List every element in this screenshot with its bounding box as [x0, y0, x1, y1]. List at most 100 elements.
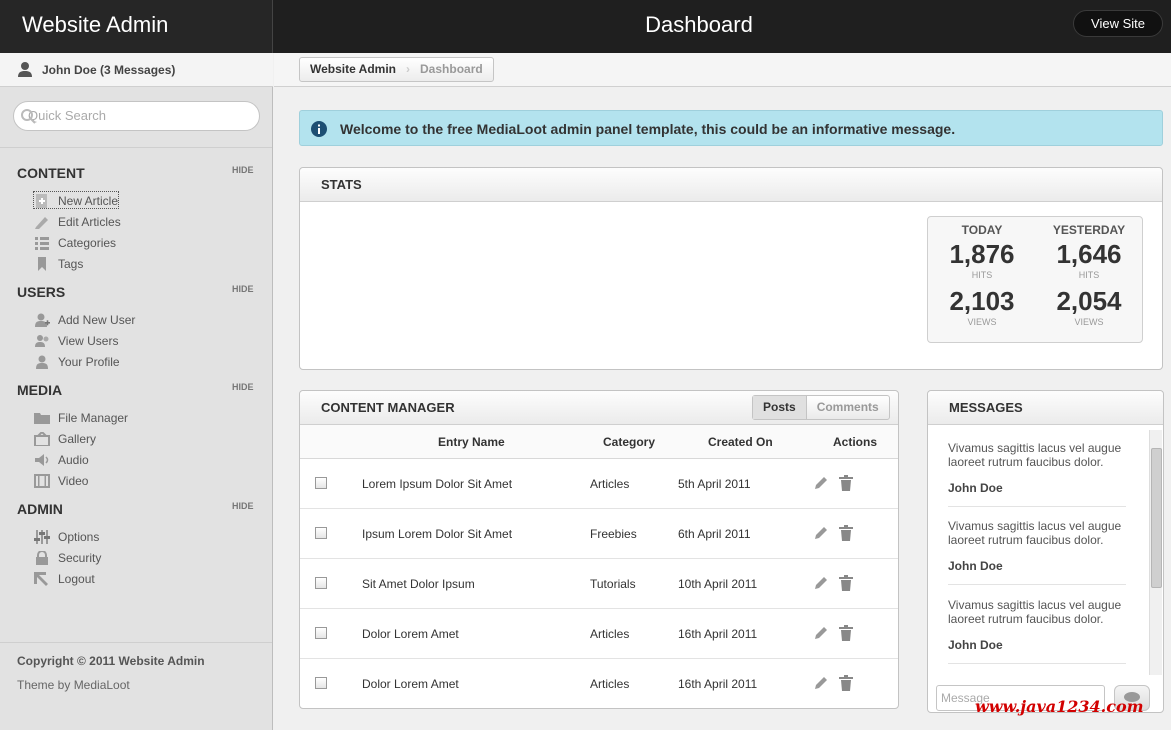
info-message: Welcome to the free MediaLoot admin pane…: [340, 121, 956, 137]
stat-yesterday-hits: 1,646: [1056, 239, 1122, 269]
message-author: John Doe: [948, 481, 1003, 495]
search-placeholder: Quick Search: [28, 108, 107, 123]
column-entry-name[interactable]: Entry Name: [438, 435, 505, 449]
sidebar-item-new-article[interactable]: New Article: [32, 191, 120, 209]
stat-yesterday: YESTERDAY 1,646 HITS 2,054 VIEWS: [1039, 223, 1139, 327]
pencil-icon: [35, 216, 48, 229]
section-title-content: CONTENT: [17, 165, 85, 181]
entry-name: Lorem Ipsum Dolor Sit Amet: [362, 477, 513, 491]
site-title[interactable]: Website Admin: [22, 12, 168, 38]
sidebar-item-edit-articles[interactable]: Edit Articles: [34, 213, 121, 229]
hide-media-button[interactable]: HIDE: [232, 382, 254, 392]
stat-views-label: VIEWS: [1074, 317, 1104, 327]
sidebar-item-view-users[interactable]: View Users: [34, 332, 118, 348]
breadcrumb: Website Admin › Dashboard: [299, 57, 494, 82]
search-input[interactable]: Quick Search: [13, 101, 260, 131]
edit-icon[interactable]: [813, 675, 829, 691]
sidebar-item-label: Audio: [58, 452, 89, 467]
section-title-admin: ADMIN: [17, 501, 63, 517]
messages-panel: MESSAGES Vivamus sagittis lacus vel augu…: [927, 390, 1164, 713]
column-category[interactable]: Category: [603, 435, 655, 449]
sidebar-item-options[interactable]: Options: [34, 528, 99, 544]
entry-name: Dolor Lorem Amet: [362, 627, 459, 641]
message-text: Vivamus sagittis lacus vel augue laoreet…: [948, 598, 1122, 626]
sidebar-item-categories[interactable]: Categories: [34, 234, 116, 250]
message-item: Vivamus sagittis lacus vel augue laoreet…: [948, 598, 1126, 664]
entry-date: 16th April 2011: [678, 627, 758, 641]
tab-posts[interactable]: Posts: [753, 396, 807, 419]
sidebar-item-video[interactable]: Video: [34, 472, 88, 488]
edit-icon[interactable]: [813, 625, 829, 641]
sidebar-item-label: File Manager: [58, 410, 129, 425]
sidebar-item-audio[interactable]: Audio: [34, 451, 89, 467]
content-manager-panel: CONTENT MANAGER Posts Comments Entry Name…: [299, 390, 899, 709]
user-name[interactable]: John Doe (3 Messages): [42, 63, 175, 77]
scrollbar-thumb[interactable]: [1151, 448, 1162, 588]
edit-icon[interactable]: [813, 575, 829, 591]
users-icon: [35, 334, 49, 347]
sidebar-item-label: View Users: [58, 333, 119, 348]
edit-icon[interactable]: [813, 525, 829, 541]
stats-panel: STATS TODAY 1,876 HITS 2,103 VIEWS YESTE…: [299, 167, 1163, 370]
stat-today-views: 2,103: [949, 286, 1015, 316]
row-checkbox[interactable]: [315, 677, 327, 689]
trash-icon[interactable]: [838, 675, 854, 691]
search-icon: [21, 109, 36, 124]
add-user-icon: [35, 313, 50, 327]
row-checkbox[interactable]: [315, 527, 327, 539]
hide-users-button[interactable]: HIDE: [232, 284, 254, 294]
folder-icon: [34, 412, 50, 424]
copyright-text: Copyright © 2011 Website Admin: [17, 654, 205, 668]
stat-yesterday-label: YESTERDAY: [1052, 223, 1126, 237]
row-checkbox[interactable]: [315, 627, 327, 639]
sidebar-item-label: New Article: [58, 193, 119, 208]
sidebar-item-logout[interactable]: Logout: [34, 570, 95, 586]
hide-content-button[interactable]: HIDE: [232, 165, 254, 175]
trash-icon[interactable]: [838, 475, 854, 491]
sidebar-item-label: Logout: [58, 571, 95, 586]
sidebar-item-label: Edit Articles: [58, 214, 121, 229]
brand-area: Website Admin: [0, 0, 273, 53]
view-site-button[interactable]: View Site: [1073, 10, 1163, 37]
stats-panel-header: STATS: [300, 168, 1162, 202]
sidebar-item-add-new-user[interactable]: Add New User: [34, 311, 135, 327]
tab-comments[interactable]: Comments: [807, 396, 889, 419]
entry-category: Articles: [590, 477, 630, 491]
messages-header: MESSAGES: [928, 391, 1163, 425]
sidebar-item-label: Your Profile: [58, 354, 120, 369]
message-text: Vivamus sagittis lacus vel augue laoreet…: [948, 441, 1122, 469]
stat-today-label: TODAY: [961, 223, 1003, 237]
stats-summary: TODAY 1,876 HITS 2,103 VIEWS YESTERDAY 1…: [927, 216, 1143, 343]
sidebar-item-your-profile[interactable]: Your Profile: [34, 353, 120, 369]
sidebar-item-label: Tags: [58, 256, 84, 271]
breadcrumb-current: Dashboard: [420, 62, 483, 76]
sidebar-divider: [0, 147, 272, 148]
sidebar-item-file-manager[interactable]: File Manager: [34, 409, 128, 425]
sidebar-item-tags[interactable]: Tags: [34, 255, 83, 271]
trash-icon[interactable]: [838, 625, 854, 641]
edit-icon[interactable]: [813, 475, 829, 491]
trash-icon[interactable]: [838, 525, 854, 541]
logout-icon: [34, 571, 48, 586]
hide-admin-button[interactable]: HIDE: [232, 501, 254, 511]
new-article-icon: [36, 193, 47, 208]
sidebar-item-gallery[interactable]: Gallery: [34, 430, 96, 446]
breadcrumb-home[interactable]: Website Admin: [300, 58, 406, 81]
message-item: Vivamus sagittis lacus vel augue laoreet…: [948, 441, 1126, 507]
gallery-icon: [34, 431, 50, 446]
sidebar-item-security[interactable]: Security: [34, 549, 101, 565]
messages-scrollbar[interactable]: [1149, 430, 1162, 675]
trash-icon[interactable]: [838, 575, 854, 591]
film-icon: [34, 473, 50, 488]
profile-icon: [36, 355, 48, 369]
column-created-on[interactable]: Created On: [708, 435, 773, 449]
entry-category: Freebies: [590, 527, 637, 541]
stat-today: TODAY 1,876 HITS 2,103 VIEWS: [932, 223, 1032, 327]
section-title-media: MEDIA: [17, 382, 63, 398]
messages-title: MESSAGES: [949, 400, 1023, 415]
row-checkbox[interactable]: [315, 577, 327, 589]
lock-icon: [36, 550, 48, 565]
info-alert: Welcome to the free MediaLoot admin pane…: [299, 110, 1163, 146]
user-icon: [18, 62, 32, 77]
row-checkbox[interactable]: [315, 477, 327, 489]
